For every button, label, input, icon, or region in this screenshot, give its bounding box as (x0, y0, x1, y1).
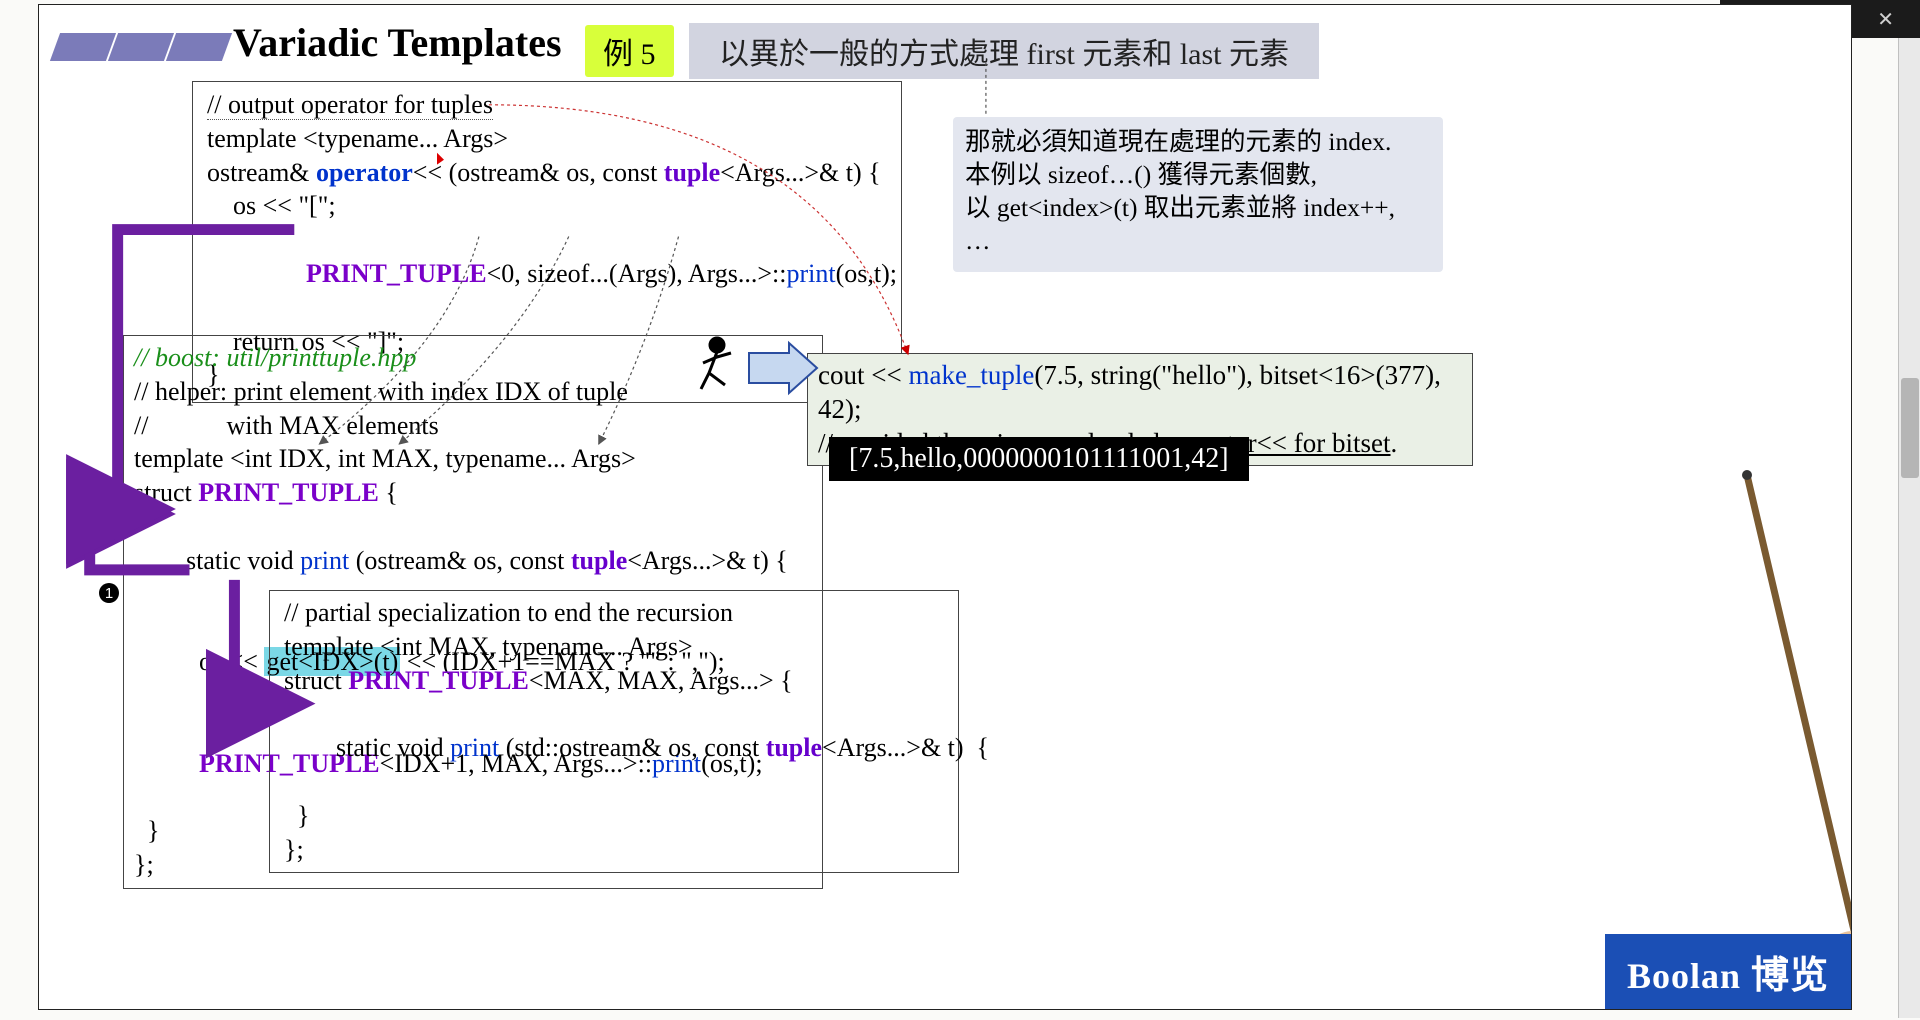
code-line: template <int MAX, typename... Args> (284, 630, 944, 664)
marker-two: 2 (209, 673, 229, 693)
blurb-line: 以 get<index>(t) 取出元素並將 index++, (965, 191, 1427, 224)
code-line: } (284, 799, 944, 833)
code-line: PRINT_TUPLE<0, sizeof...(Args), Args...>… (207, 223, 887, 324)
code-line: // partial specialization to end the rec… (284, 596, 944, 630)
slide-content: Variadic Templates 例 5 以異於一般的方式處理 first … (38, 4, 1852, 1010)
code-line: static void print (std::ostream& os, con… (284, 697, 944, 798)
code-line: }; (284, 833, 944, 867)
code-line: // output operator for tuples (207, 88, 887, 122)
window-close-button[interactable]: ✕ (1877, 7, 1894, 32)
slide-title: Variadic Templates (233, 19, 562, 66)
logo-text-en: Boolan (1627, 955, 1741, 997)
code-line: ostream& operator<< (ostream& os, const … (207, 156, 887, 190)
blurb-line: 本例以 sizeof…() 獲得元素個數, (965, 158, 1427, 191)
marker-one: 1 (99, 583, 119, 603)
code-box-specialization: // partial specialization to end the rec… (269, 590, 959, 873)
vertical-scrollbar[interactable] (1898, 38, 1920, 1018)
decorative-bars (55, 33, 227, 61)
code-line: os << "["; (207, 189, 887, 223)
logo-text-cn: 博览 (1751, 944, 1829, 999)
program-output: [7.5,hello,0000000101111001,42] (829, 437, 1249, 481)
right-explanation-box: 那就必須知道現在處理的元素的 index. 本例以 sizeof…() 獲得元素… (953, 117, 1443, 272)
code-line: template <typename... Args> (207, 122, 887, 156)
presenter-pointer (1741, 469, 1852, 949)
slide-subtitle: 以異於一般的方式處理 first 元素和 last 元素 (689, 23, 1319, 79)
code-line: struct PRINT_TUPLE<MAX, MAX, Args...> { (284, 664, 944, 698)
watermark-url: https://blog.csdn.net/Edidaughter (1672, 916, 1845, 932)
example-number-badge: 例 5 (585, 25, 674, 77)
scrollbar-thumb[interactable] (1901, 378, 1919, 478)
code-line: struct PRINT_TUPLE { (134, 476, 812, 510)
blurb-line: 那就必須知道現在處理的元素的 index. (965, 125, 1427, 158)
code-line: cout << make_tuple(7.5, string("hello"),… (818, 359, 1462, 427)
code-line: template <int IDX, int MAX, typename... … (134, 442, 812, 476)
boolan-logo: https://blog.csdn.net/Edidaughter Boolan… (1605, 934, 1851, 1009)
code-line: // with MAX elements (134, 409, 812, 443)
runner-arrow-icon (679, 333, 819, 403)
blurb-line: … (965, 224, 1427, 257)
